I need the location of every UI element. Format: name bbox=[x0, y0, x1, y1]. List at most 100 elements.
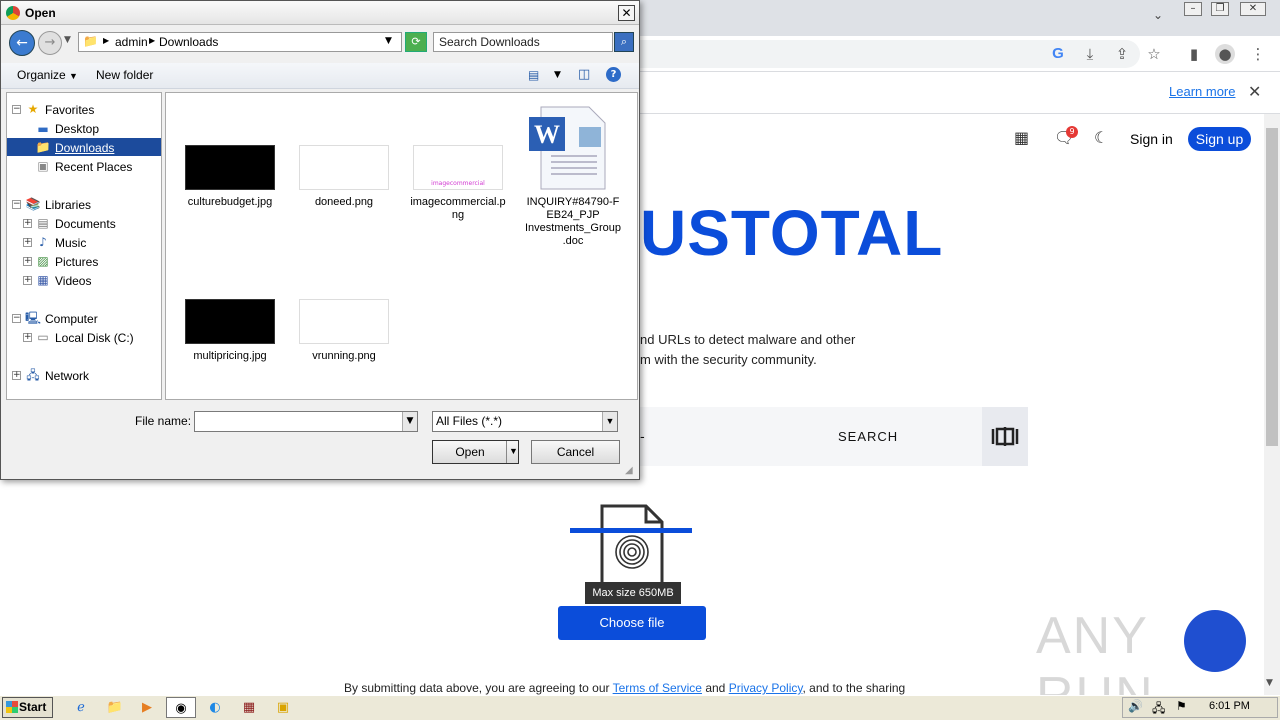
edge-icon[interactable]: ◐ bbox=[202, 697, 228, 718]
explorer-icon[interactable]: 📁 bbox=[102, 697, 128, 718]
collapse-icon[interactable]: − bbox=[12, 314, 21, 323]
expand-icon[interactable]: + bbox=[23, 276, 32, 285]
file-item[interactable]: multipricing.jpg bbox=[173, 293, 287, 373]
open-button[interactable]: Open ▼ bbox=[432, 440, 519, 464]
search-downloads-input[interactable]: Search Downloads bbox=[433, 32, 613, 52]
tree-item-pictures[interactable]: Pictures bbox=[55, 255, 98, 269]
sign-in-link[interactable]: Sign in bbox=[1130, 131, 1173, 147]
expand-icon[interactable]: + bbox=[23, 219, 32, 228]
dialog-titlebar[interactable] bbox=[1, 1, 639, 25]
max-size-tooltip: Max size 650MB bbox=[585, 582, 681, 604]
tree-item-local-disk[interactable]: Local Disk (C:) bbox=[55, 331, 134, 345]
search-icon[interactable]: ⌕ bbox=[614, 32, 634, 52]
tree-item-libraries[interactable]: Libraries bbox=[45, 198, 91, 212]
minimize-button[interactable]: – bbox=[1184, 2, 1202, 16]
organize-menu[interactable]: Organize ▼ bbox=[17, 68, 78, 82]
app-icon[interactable]: ▣ bbox=[270, 697, 296, 718]
breadcrumb-downloads[interactable]: Downloads bbox=[159, 35, 218, 49]
breadcrumb-admin[interactable]: admin bbox=[115, 35, 148, 49]
dark-mode-icon[interactable]: ☾ bbox=[1094, 128, 1108, 147]
winrar-icon[interactable]: ▦ bbox=[236, 697, 262, 718]
sidepanel-icon[interactable]: ▮ bbox=[1184, 44, 1204, 64]
search-box[interactable] bbox=[640, 407, 1028, 466]
resize-grip-icon[interactable]: ◢ bbox=[625, 465, 633, 476]
forward-button[interactable]: → bbox=[38, 31, 62, 55]
tree-item-recent-places[interactable]: Recent Places bbox=[55, 160, 132, 174]
back-button[interactable]: ← bbox=[9, 30, 35, 56]
expand-icon[interactable]: + bbox=[23, 257, 32, 266]
tree-item-network[interactable]: Network bbox=[45, 369, 89, 383]
breadcrumb[interactable]: 📁 ▶ admin ▶ Downloads ▼ bbox=[78, 32, 402, 52]
google-icon[interactable]: G bbox=[1048, 44, 1068, 64]
libraries-icon: 📚 bbox=[25, 197, 41, 211]
chrome-taskbar-icon[interactable]: ◉ bbox=[166, 697, 196, 718]
terms-of-service-link[interactable]: Terms of Service bbox=[613, 681, 702, 695]
expand-icon[interactable]: + bbox=[12, 371, 21, 380]
learn-more-link[interactable]: Learn more bbox=[1169, 84, 1235, 99]
media-player-icon[interactable]: ▶ bbox=[134, 697, 160, 718]
infobar-close-icon[interactable]: ✕ bbox=[1248, 82, 1261, 101]
terms-prefix: By submitting data above, you are agreei… bbox=[344, 681, 613, 695]
preview-pane-icon[interactable]: ◫ bbox=[578, 67, 590, 82]
recent-locations-chevron-icon[interactable]: ▼ bbox=[64, 35, 71, 45]
dialog-close-button[interactable]: ✕ bbox=[618, 5, 635, 21]
tree-item-documents[interactable]: Documents bbox=[55, 217, 116, 231]
view-options-chevron-icon[interactable]: ▼ bbox=[554, 70, 561, 80]
refresh-button[interactable]: ⟳ bbox=[405, 32, 427, 52]
file-name-line: .doc bbox=[562, 235, 584, 247]
file-item[interactable]: culturebudget.jpg bbox=[173, 139, 287, 219]
download-icon[interactable]: ⤓ bbox=[1080, 44, 1100, 64]
flag-icon[interactable]: ⚑ bbox=[1176, 699, 1187, 713]
expand-icon[interactable]: + bbox=[23, 238, 32, 247]
ie-icon[interactable]: ℯ bbox=[68, 697, 94, 718]
privacy-policy-link[interactable]: Privacy Policy bbox=[729, 681, 803, 695]
new-folder-button[interactable]: New folder bbox=[96, 68, 153, 82]
tree-item-computer[interactable]: Computer bbox=[45, 312, 98, 326]
restore-button[interactable]: ❐ bbox=[1211, 2, 1229, 16]
breadcrumb-separator-icon: ▶ bbox=[103, 36, 110, 45]
file-name-input[interactable]: ▼ bbox=[194, 411, 418, 432]
scrollbar-thumb[interactable] bbox=[1266, 128, 1278, 446]
apps-grid-icon[interactable]: ▦ bbox=[1014, 128, 1029, 147]
choose-file-button[interactable]: Choose file bbox=[558, 606, 706, 640]
terms-suffix: , and to the sharing bbox=[802, 681, 906, 695]
organize-chevron-icon: ▼ bbox=[69, 71, 78, 81]
file-name-dropdown-icon[interactable]: ▼ bbox=[402, 412, 417, 431]
share-icon[interactable]: ⇪ bbox=[1112, 44, 1132, 64]
address-dropdown-icon[interactable]: ▼ bbox=[385, 36, 392, 46]
file-item[interactable]: vrunning.png bbox=[287, 293, 401, 373]
file-type-dropdown-icon[interactable]: ▼ bbox=[602, 412, 617, 431]
sign-up-button[interactable]: Sign up bbox=[1188, 127, 1251, 151]
star-icon[interactable]: ☆ bbox=[1144, 44, 1164, 64]
tree-item-music[interactable]: Music bbox=[55, 236, 86, 250]
collapse-icon[interactable]: − bbox=[12, 105, 21, 114]
organize-label: Organize bbox=[17, 68, 66, 82]
advanced-search-icon[interactable] bbox=[982, 407, 1028, 466]
terms-and: and bbox=[701, 681, 729, 695]
start-button[interactable]: Start bbox=[2, 697, 53, 718]
volume-icon[interactable]: 🔊 bbox=[1128, 699, 1143, 713]
close-window-button[interactable]: ✕ bbox=[1240, 2, 1266, 16]
tree-item-videos[interactable]: Videos bbox=[55, 274, 91, 288]
tree-item-downloads[interactable]: Downloads bbox=[55, 141, 114, 155]
profile-icon[interactable]: ● bbox=[1215, 44, 1235, 64]
open-options-chevron-icon[interactable]: ▼ bbox=[509, 446, 518, 456]
collapse-icon[interactable]: − bbox=[12, 200, 21, 209]
tree-item-desktop[interactable]: Desktop bbox=[55, 122, 99, 136]
site-description: nd URLs to detect malware and other m wi… bbox=[640, 330, 900, 370]
file-name: multipricing.jpg bbox=[193, 350, 267, 362]
change-view-icon[interactable]: ▤ bbox=[528, 68, 539, 82]
cancel-button[interactable]: Cancel bbox=[531, 440, 620, 464]
tab-search-chevron-icon[interactable]: ⌄ bbox=[1153, 8, 1163, 22]
tree-item-favorites[interactable]: Favorites bbox=[45, 103, 94, 117]
network-tray-icon[interactable]: 🖧 bbox=[1152, 699, 1165, 720]
help-icon[interactable]: ? bbox=[606, 67, 621, 82]
clock[interactable]: 6:01 PM bbox=[1209, 700, 1250, 712]
search-tab[interactable]: SEARCH bbox=[838, 429, 898, 444]
file-item[interactable]: W INQUIRY#84790-F EB24_PJP Investments_Gro… bbox=[515, 101, 631, 251]
more-icon[interactable]: ⋮ bbox=[1248, 44, 1268, 64]
file-item[interactable]: imagecommercial imagecommercial.p ng bbox=[401, 139, 515, 229]
file-item[interactable]: doneed.png bbox=[287, 139, 401, 219]
file-type-select[interactable]: All Files (*.*) ▼ bbox=[432, 411, 618, 432]
expand-icon[interactable]: + bbox=[23, 333, 32, 342]
